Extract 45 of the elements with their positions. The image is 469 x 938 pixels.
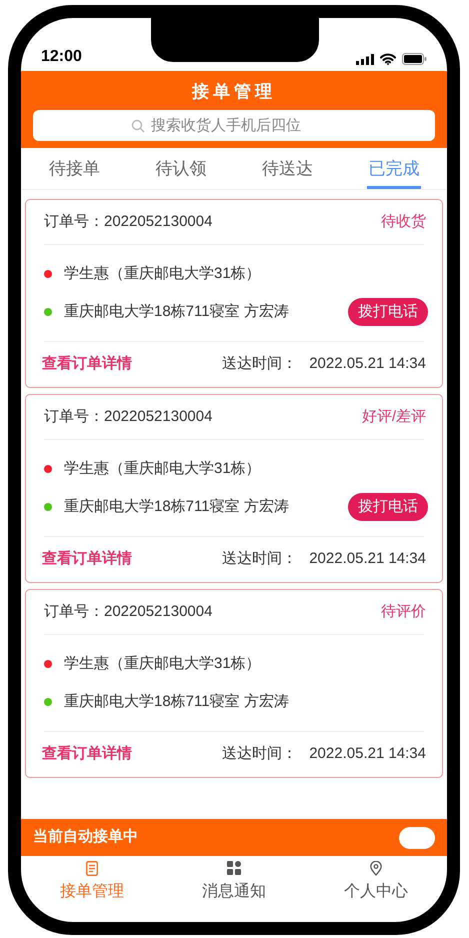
order-status: 好评/差评 [362, 406, 426, 427]
order-label: 订单号： [44, 602, 104, 622]
grid-icon [227, 861, 241, 875]
status-time: 12:00 [41, 49, 82, 65]
nav-tab[interactable]: 个人中心 [305, 860, 447, 904]
order-label: 订单号： [44, 406, 104, 427]
search-icon [131, 119, 145, 133]
nav-tab[interactable]: 接单管理 [21, 860, 163, 904]
nav-tab[interactable]: 消息通知 [163, 860, 305, 904]
address-text: 重庆邮电大学18栋711寝室 方宏涛 [64, 302, 290, 322]
search-field[interactable]: 搜索收货人手机后四位 [33, 110, 435, 141]
address-text: 学生惠（重庆邮电大学31栋） [64, 654, 262, 674]
auto-accept-label: 当前自动接单中 [33, 827, 138, 848]
address-text: 学生惠（重庆邮电大学31栋） [64, 264, 262, 284]
time-label: 送达时间： [222, 549, 298, 570]
order-number: 2022052130004 [104, 406, 212, 427]
tab[interactable]: 待送达 [234, 148, 340, 189]
delivery-time: 2022.05.21 14:34 [309, 744, 426, 764]
call-button[interactable]: 拨打电话 [348, 298, 428, 326]
delivery-time: 2022.05.21 14:34 [309, 354, 426, 374]
delivery-time: 2022.05.21 14:34 [309, 549, 426, 570]
tab[interactable]: 已完成 [340, 148, 447, 189]
document-icon [86, 860, 98, 876]
address-text: 重庆邮电大学18栋711寝室 方宏涛 [64, 496, 290, 517]
order-status: 待评价 [381, 602, 426, 622]
order-label: 订单号： [44, 212, 104, 232]
signal-icon [356, 54, 374, 64]
call-button[interactable]: 拨打电话 [348, 493, 428, 521]
address-text: 重庆邮电大学18栋711寝室 方宏涛 [64, 692, 290, 712]
order-status: 待收货 [381, 212, 426, 232]
time-label: 送达时间： [222, 744, 298, 764]
order-detail-link[interactable]: 查看订单详情 [42, 548, 132, 571]
order-detail-link[interactable]: 查看订单详情 [42, 353, 132, 376]
time-label: 送达时间： [222, 354, 298, 374]
order-number: 2022052130004 [104, 602, 212, 622]
toggle-switch[interactable] [399, 826, 435, 848]
page-title: 接单管理 [192, 81, 276, 103]
battery-icon [402, 53, 427, 65]
order-number: 2022052130004 [104, 212, 212, 232]
location-pin-icon [370, 860, 382, 876]
tab[interactable]: 待接单 [21, 148, 128, 189]
order-detail-link[interactable]: 查看订单详情 [42, 743, 132, 766]
tab[interactable]: 待认领 [128, 148, 234, 189]
wifi-icon [380, 53, 396, 65]
address-text: 学生惠（重庆邮电大学31栋） [64, 458, 262, 479]
